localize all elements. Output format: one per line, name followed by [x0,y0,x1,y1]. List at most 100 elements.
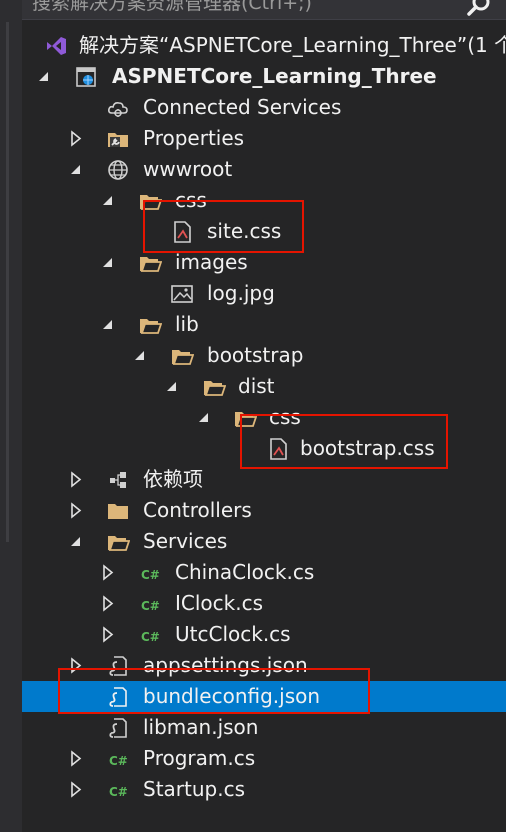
project-label: ASPNETCore_Learning_Three [112,64,437,88]
csharp-file-icon: C# [109,754,128,768]
tree-item-css-folder[interactable]: css [22,185,506,216]
chinaclock-label: ChinaClock.cs [175,560,315,584]
search-box[interactable]: 搜索解决方案资源管理器(Ctrl+;) [22,0,506,20]
bundleconfig-label: bundleconfig.json [143,684,321,708]
tree-item-iclock-cs[interactable]: C# IClock.cs [22,588,506,619]
collapse-arrow-icon[interactable] [100,309,116,340]
solution-label: 解决方案“ASPNETCore_Learning_Three”(1 个 [79,33,506,57]
expand-arrow-icon[interactable] [68,123,84,154]
collapse-arrow-icon[interactable] [100,185,116,216]
expand-arrow-icon[interactable] [68,464,84,495]
search-icon[interactable] [466,0,492,18]
tree-item-project[interactable]: ASPNETCore_Learning_Three [22,61,506,92]
tree-item-wwwroot[interactable]: wwwroot [22,154,506,185]
bootstrap-css-label: bootstrap.css [300,436,435,460]
expand-arrow-icon[interactable] [68,743,84,774]
startup-label: Startup.cs [143,777,246,801]
tree-item-libman-json[interactable]: libman.json [22,712,506,743]
tree-item-bootstrap-css[interactable]: bootstrap.css [22,433,506,464]
css-file-icon [174,221,191,243]
connected-services-label: Connected Services [143,95,342,119]
tree-item-dist-folder[interactable]: dist [22,371,506,402]
csharp-file-icon: C# [109,785,128,799]
expand-arrow-icon[interactable] [68,495,84,526]
tree-item-bundleconfig-json[interactable]: bundleconfig.json [22,681,506,712]
tree-item-connected-services[interactable]: Connected Services [22,92,506,123]
wwwroot-label: wwwroot [143,157,233,181]
tree-item-startup-cs[interactable]: C# Startup.cs [22,774,506,805]
lib-folder-label: lib [175,312,199,336]
globe-icon [108,160,128,180]
program-label: Program.cs [143,746,256,770]
tree-item-controllers-folder[interactable]: Controllers [22,495,506,526]
folder-icon [108,504,128,519]
json-file-icon [109,718,127,738]
json-file-icon [109,656,127,676]
tree-item-log-jpg[interactable]: log.jpg [22,278,506,309]
collapse-arrow-icon[interactable] [164,371,180,402]
collapse-arrow-icon[interactable] [68,154,84,185]
open-folder-icon [204,381,226,396]
css-folder-label: css [175,188,207,212]
dependencies-icon [110,472,126,488]
tree-item-chinaclock-cs[interactable]: C# ChinaClock.cs [22,557,506,588]
dist-folder-label: dist [238,374,275,398]
tree-item-dist-css-folder[interactable]: css [22,402,506,433]
collapse-arrow-icon[interactable] [196,402,212,433]
appsettings-label: appsettings.json [143,653,308,677]
expand-arrow-icon[interactable] [68,774,84,805]
open-folder-icon [172,350,194,365]
open-folder-icon [235,412,257,427]
bootstrap-folder-label: bootstrap [207,343,304,367]
web-project-icon [76,67,96,87]
tree-item-solution[interactable]: 解决方案“ASPNETCore_Learning_Three”(1 个 [22,30,506,61]
log-jpg-label: log.jpg [207,281,275,305]
folder-wrench-icon [108,133,128,147]
tree-item-bootstrap-folder[interactable]: bootstrap [22,340,506,371]
csharp-glyph: C# [109,754,128,768]
csharp-glyph: C# [141,568,160,582]
left-panel-edge [0,0,22,832]
expand-arrow-icon[interactable] [68,650,84,681]
tree-item-site-css[interactable]: site.css [22,216,506,247]
cloud-gear-icon [108,102,128,117]
collapse-arrow-icon[interactable] [36,61,52,92]
open-folder-icon [140,195,162,210]
visual-studio-solution-icon [47,37,66,55]
csharp-file-icon: C# [141,599,160,613]
open-folder-icon [108,536,130,551]
expand-arrow-icon[interactable] [100,619,116,650]
dist-css-folder-label: css [269,405,301,429]
expand-arrow-icon[interactable] [100,588,116,619]
services-label: Services [143,529,228,553]
json-file-icon [109,687,127,707]
controllers-label: Controllers [143,498,252,522]
tree-item-properties[interactable]: Properties [22,123,506,154]
tree-item-program-cs[interactable]: C# Program.cs [22,743,506,774]
utcclock-label: UtcClock.cs [175,622,291,646]
properties-label: Properties [143,126,245,150]
css-file-icon [270,438,287,460]
search-input[interactable]: 搜索解决方案资源管理器(Ctrl+;) [32,0,312,15]
collapse-arrow-icon[interactable] [68,526,84,557]
tree-item-lib-folder[interactable]: lib [22,309,506,340]
splitter[interactable] [6,22,9,542]
dependencies-label: 依赖项 [143,467,203,491]
tree-item-utcclock-cs[interactable]: C# UtcClock.cs [22,619,506,650]
csharp-file-icon: C# [141,630,160,644]
images-folder-label: images [175,250,248,274]
csharp-glyph: C# [141,599,160,613]
solution-explorer-tree: 解决方案“ASPNETCore_Learning_Three”(1 个 ASPN… [22,30,506,805]
open-folder-icon [140,319,162,334]
iclock-label: IClock.cs [175,591,264,615]
collapse-arrow-icon[interactable] [100,247,116,278]
csharp-glyph: C# [141,630,160,644]
tree-item-dependencies[interactable]: 依赖项 [22,464,506,495]
collapse-arrow-icon[interactable] [132,340,148,371]
tree-item-services-folder[interactable]: Services [22,526,506,557]
tree-item-appsettings-json[interactable]: appsettings.json [22,650,506,681]
tree-item-images-folder[interactable]: images [22,247,506,278]
expand-arrow-icon[interactable] [100,557,116,588]
csharp-file-icon: C# [141,568,160,582]
libman-label: libman.json [143,715,259,739]
